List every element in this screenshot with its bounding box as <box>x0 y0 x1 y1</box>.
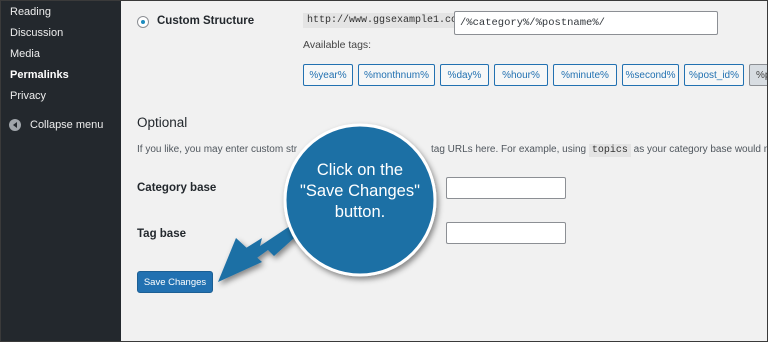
tag-button-year[interactable]: %year% <box>303 64 353 86</box>
tag-button-post-id[interactable]: %post_id% <box>684 64 744 86</box>
tag-button-monthnum[interactable]: %monthnum% <box>358 64 435 86</box>
optional-heading: Optional <box>137 115 188 130</box>
custom-structure-label: Custom Structure <box>157 15 255 27</box>
optional-description-end: tag URLs here. For example, using topics… <box>431 144 767 157</box>
screenshot-frame: Reading Discussion Media Permalinks Priv… <box>0 0 768 342</box>
custom-structure-radio[interactable] <box>137 16 149 28</box>
category-base-input[interactable] <box>446 177 566 199</box>
base-url-code: http://www.ggsexample1.com <box>303 13 468 28</box>
tag-button-day[interactable]: %day% <box>440 64 489 86</box>
sidebar-item-permalinks[interactable]: Permalinks <box>10 68 69 82</box>
collapse-arrow-icon <box>9 119 21 131</box>
available-tags-label: Available tags: <box>303 39 372 51</box>
optional-description-mid: tag URLs here. For example, using <box>431 144 587 155</box>
permalink-settings: Custom Structure http://www.ggsexample1.… <box>121 1 767 341</box>
sidebar-item-discussion[interactable]: Discussion <box>10 26 63 40</box>
collapse-menu-button[interactable]: Collapse menu <box>9 119 103 131</box>
sidebar-item-privacy[interactable]: Privacy <box>10 89 46 103</box>
admin-sidebar: Reading Discussion Media Permalinks Priv… <box>1 1 121 341</box>
tag-base-input[interactable] <box>446 222 566 244</box>
sidebar-item-reading[interactable]: Reading <box>10 5 51 19</box>
tag-button-postname[interactable]: %p <box>749 64 767 86</box>
tag-base-label: Tag base <box>137 228 186 240</box>
tag-button-hour[interactable]: %hour% <box>494 64 548 86</box>
tag-button-minute[interactable]: %minute% <box>553 64 617 86</box>
optional-description-start: If you like, you may enter custom str <box>137 144 298 155</box>
sidebar-item-media[interactable]: Media <box>10 47 40 61</box>
tag-button-second[interactable]: %second% <box>622 64 679 86</box>
collapse-menu-label: Collapse menu <box>30 119 104 131</box>
custom-structure-input[interactable]: /%category%/%postname%/ <box>454 11 718 35</box>
category-base-label: Category base <box>137 182 217 194</box>
optional-description-tail: as your category base would make y <box>633 144 767 155</box>
save-changes-button[interactable]: Save Changes <box>137 271 213 293</box>
example-code: topics <box>588 144 631 157</box>
